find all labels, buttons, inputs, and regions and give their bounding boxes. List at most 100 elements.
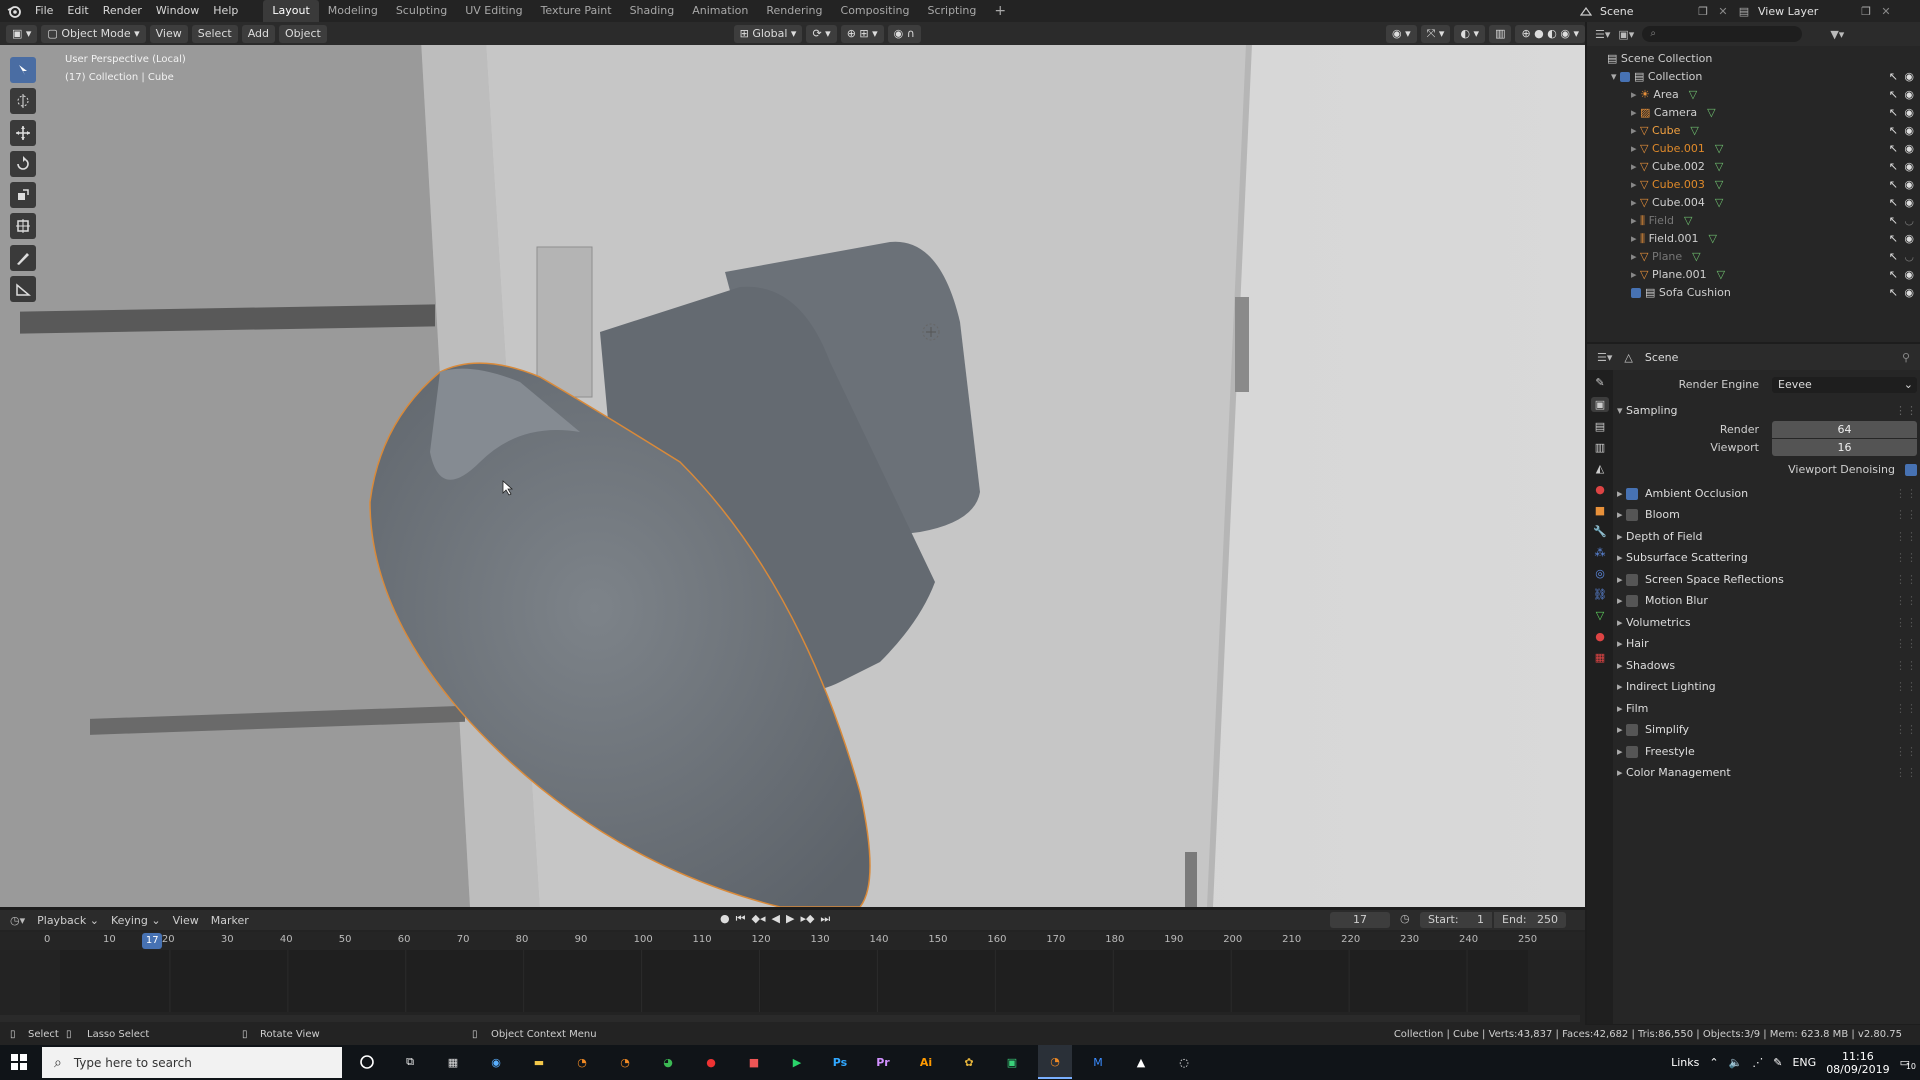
tab-uv-editing[interactable]: UV Editing	[456, 0, 531, 22]
view-menu[interactable]: View	[149, 24, 188, 43]
mesh-data-icon[interactable]: ▽	[1690, 124, 1698, 137]
tray-expand-icon[interactable]: ⌃	[1709, 1056, 1718, 1069]
tab-rendering[interactable]: Rendering	[757, 0, 831, 22]
display-mode-icon[interactable]: ▣▾	[1618, 28, 1634, 41]
drag-handle-icon[interactable]: ⋮⋮	[1895, 590, 1917, 611]
drag-handle-icon[interactable]: ⋮⋮	[1895, 741, 1917, 762]
premiere-icon[interactable]: Pr	[866, 1045, 900, 1079]
outliner-item[interactable]: ▸ ▽ Cube ▽ ↖ ◉	[1587, 122, 1920, 140]
output-tab-icon[interactable]: ▤	[1595, 420, 1605, 433]
view-layer-name[interactable]: View Layer	[1758, 5, 1853, 18]
render-tab-icon[interactable]: ▣	[1590, 397, 1610, 412]
panel-enable-checkbox[interactable]	[1626, 595, 1639, 607]
photos-icon[interactable]: ▲	[1124, 1045, 1158, 1079]
outliner-item[interactable]: ▸ ⫼ Field.001 ▽ ↖ ◉	[1587, 230, 1920, 248]
viewport-samples-field[interactable]: 16	[1772, 439, 1917, 456]
snap-dropdown[interactable]: ⊕ ⊞ ▾	[840, 24, 884, 43]
illustrator-icon[interactable]: Ai	[909, 1045, 943, 1079]
rotate-tool[interactable]	[10, 151, 36, 177]
select-menu[interactable]: Select	[191, 24, 238, 43]
menu-edit[interactable]: Edit	[60, 0, 95, 22]
preview-range-icon[interactable]: ◷	[1400, 912, 1410, 925]
tab-shading[interactable]: Shading	[621, 0, 684, 22]
visibility-eye-icon[interactable]: ◉	[1904, 230, 1914, 248]
material-tab-icon[interactable]: ●	[1595, 630, 1605, 643]
mode-dropdown[interactable]: ▢ Object Mode ▾	[41, 24, 146, 43]
outliner-search-input[interactable]: ⌕	[1642, 26, 1803, 42]
select-toggle-icon[interactable]: ↖	[1889, 266, 1898, 284]
3d-viewport[interactable]: ▣ ▾ ▢ Object Mode ▾ View Select Add Obje…	[0, 22, 1585, 907]
timeline-track-area[interactable]	[60, 950, 1528, 1012]
play-reverse-icon[interactable]: ◀	[772, 912, 780, 926]
visibility-eye-icon[interactable]: ◉	[1904, 104, 1914, 122]
expand-arrow-icon[interactable]: ▸	[1631, 232, 1640, 245]
object-menu[interactable]: Object	[278, 24, 327, 43]
clock[interactable]: 11:16 08/09/2019	[1826, 1050, 1889, 1076]
panel-enable-checkbox[interactable]	[1626, 724, 1639, 736]
outliner-item[interactable]: ▸ ▽ Plane.001 ▽ ↖ ◉	[1587, 266, 1920, 284]
tab-texture-paint[interactable]: Texture Paint	[532, 0, 621, 22]
measure-tool[interactable]	[10, 276, 36, 302]
scale-tool[interactable]	[10, 182, 36, 208]
mesh-data-icon[interactable]: ▽	[1715, 196, 1723, 209]
visibility-eye-icon[interactable]: ◉	[1904, 86, 1914, 104]
outliner-item[interactable]: ▸ ▽ Cube.001 ▽ ↖ ◉	[1587, 140, 1920, 158]
property-panel-header[interactable]: ▸ Volumetrics ⋮⋮	[1617, 612, 1917, 634]
expand-arrow-icon[interactable]: ▸	[1631, 250, 1640, 263]
cortana-icon[interactable]	[350, 1045, 384, 1079]
select-toggle-icon[interactable]: ↖	[1889, 86, 1898, 104]
start-frame-field[interactable]: Start: 1	[1420, 912, 1492, 928]
add-workspace-icon[interactable]: +	[985, 0, 1015, 22]
pivot-point-dropdown[interactable]: ⟳ ▾	[806, 24, 837, 43]
property-panel-header[interactable]: ▸ Freestyle ⋮⋮	[1617, 741, 1917, 763]
view-layer-tab-icon[interactable]: ▥	[1595, 441, 1605, 454]
language-indicator[interactable]: ENG	[1792, 1056, 1816, 1069]
annotate-tool[interactable]	[10, 245, 36, 271]
jump-start-icon[interactable]: ⏮	[736, 912, 746, 926]
pin-icon[interactable]: ⚲	[1902, 351, 1910, 364]
drag-handle-icon[interactable]: ⋮⋮	[1895, 483, 1917, 504]
select-toggle-icon[interactable]: ↖	[1889, 284, 1898, 302]
expand-arrow-icon[interactable]: ▸	[1631, 196, 1640, 209]
blender-active-icon[interactable]: ◔	[1038, 1045, 1072, 1079]
physics-tab-icon[interactable]: ◎	[1595, 567, 1605, 580]
calculator-icon[interactable]: ▦	[436, 1045, 470, 1079]
tab-animation[interactable]: Animation	[683, 0, 757, 22]
panel-enable-checkbox[interactable]	[1626, 487, 1639, 500]
collection-checkbox[interactable]	[1631, 288, 1641, 298]
property-panel-header[interactable]: ▸ Subsurface Scattering ⋮⋮	[1617, 547, 1917, 569]
visibility-eye-icon[interactable]: ◉	[1904, 122, 1914, 140]
select-toggle-icon[interactable]: ↖	[1889, 230, 1898, 248]
select-box-tool[interactable]	[10, 57, 36, 83]
next-keyframe-icon[interactable]: ▸◆	[800, 912, 814, 926]
visibility-eye-icon[interactable]: ◉	[1904, 194, 1914, 212]
record-icon[interactable]: ●	[720, 912, 730, 926]
menu-file[interactable]: File	[28, 0, 60, 22]
prev-keyframe-icon[interactable]: ◆◂	[752, 912, 766, 926]
close-icon[interactable]: ✕	[1716, 5, 1730, 18]
jump-end-icon[interactable]: ⏭	[820, 912, 830, 926]
blender-app-2-icon[interactable]: ◔	[608, 1045, 642, 1079]
new-scene-icon[interactable]: ❐	[1696, 5, 1710, 18]
visibility-eye-icon[interactable]: ◉	[1904, 176, 1914, 194]
collection-row[interactable]: ▾ ▤ Collection ↖ ◉	[1587, 68, 1920, 86]
expand-arrow-icon[interactable]: ▸	[1631, 268, 1640, 281]
viewport-denoising-checkbox[interactable]	[1905, 464, 1917, 476]
list-item[interactable]: ▤ Sofa Cushion ↖ ◉	[1587, 284, 1920, 302]
particles-tab-icon[interactable]: ⁂	[1595, 546, 1606, 559]
tab-modeling[interactable]: Modeling	[319, 0, 387, 22]
scene-tab-icon[interactable]: ◭	[1596, 462, 1604, 475]
drag-handle-icon[interactable]: ⋮⋮	[1895, 676, 1917, 697]
select-toggle-icon[interactable]: ↖	[1889, 158, 1898, 176]
select-toggle-icon[interactable]: ↖	[1889, 122, 1898, 140]
mesh-data-icon[interactable]: ▽	[1717, 268, 1725, 281]
close-icon[interactable]: ✕	[1879, 5, 1893, 18]
outliner-item[interactable]: ▸ ▽ Cube.002 ▽ ↖ ◉	[1587, 158, 1920, 176]
drag-handle-icon[interactable]: ⋮⋮	[1895, 762, 1917, 783]
app-blue-icon[interactable]: M	[1081, 1045, 1115, 1079]
play-icon[interactable]: ▶	[786, 912, 794, 926]
marker-menu[interactable]: Marker	[211, 914, 249, 927]
timeline-scrollbar[interactable]	[0, 1015, 1580, 1022]
property-panel-header[interactable]: ▸ Film ⋮⋮	[1617, 698, 1917, 720]
render-engine-dropdown[interactable]: Eevee ⌄	[1772, 377, 1917, 393]
